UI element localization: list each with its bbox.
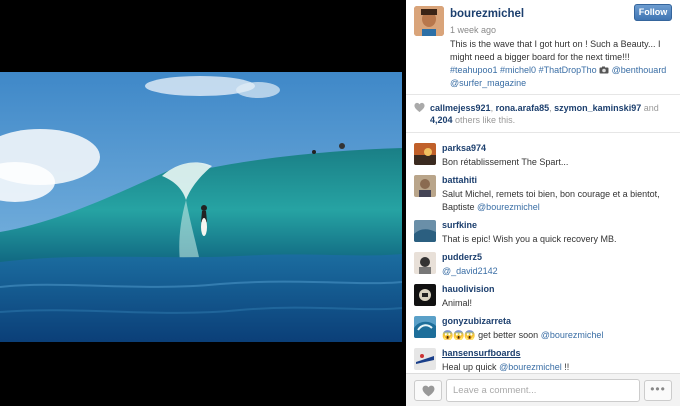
likes-and: and [643, 103, 659, 113]
comment-username[interactable]: hauolivision [442, 284, 495, 294]
comment-footer: ••• [406, 373, 680, 406]
likes-summary: callmejess921, rona.arafa85, szymon_kami… [406, 95, 680, 133]
comment-username[interactable]: battahiti [442, 175, 477, 185]
comment-text: Salut Michel, remets toi bien, bon coura… [442, 189, 660, 212]
caption-text: This is the wave that I got hurt on ! Su… [450, 39, 661, 62]
comment-avatar[interactable] [414, 316, 436, 338]
comment-avatar[interactable] [414, 175, 436, 197]
post-photo[interactable] [0, 72, 402, 342]
comment-avatar[interactable] [414, 284, 436, 306]
avatar-face-icon [414, 6, 444, 36]
heart-icon [422, 385, 435, 397]
liker-1[interactable]: callmejess921 [430, 103, 491, 113]
liker-2[interactable]: rona.arafa85 [496, 103, 550, 113]
follow-button[interactable]: Follow [634, 4, 672, 21]
comment-avatar[interactable] [414, 348, 436, 370]
post-header: bourezmichel 1 week ago This is the wave… [406, 0, 680, 95]
likes-count[interactable]: 4,204 [430, 115, 453, 125]
comment-input[interactable] [446, 379, 640, 402]
comment-avatar[interactable] [414, 143, 436, 165]
user-avatar[interactable] [414, 6, 444, 36]
post-side-panel: bourezmichel 1 week ago This is the wave… [406, 0, 680, 406]
comment-username[interactable]: parksa974 [442, 143, 486, 153]
comment-username[interactable]: gonyzubizarreta [442, 316, 511, 326]
comment-text: 😱😱😱 get better soon @bourezmichel [442, 330, 604, 340]
post-time: 1 week ago [450, 25, 497, 35]
comment-text: @_david2142 [442, 266, 498, 276]
wave-photo [0, 72, 402, 342]
comment-avatar[interactable] [414, 252, 436, 274]
photo-pane [0, 0, 406, 406]
comment-list[interactable]: parksa974 Bon rétablissement The Spart..… [406, 135, 680, 373]
post-username[interactable]: bourezmichel [450, 8, 524, 20]
likes-others: others like this. [455, 115, 516, 125]
comment-text: Bon rétablissement The Spart... [442, 157, 569, 167]
comment-text: Animal! [442, 298, 473, 308]
comment-avatar[interactable] [414, 220, 436, 242]
comment-text: Heal up quick @bourezmichel !! [442, 362, 570, 372]
comment-text: That is epic! Wish you a quick recovery … [442, 234, 617, 244]
comment-username[interactable]: pudderz5 [442, 252, 482, 262]
post-caption: This is the wave that I got hurt on ! Su… [450, 38, 675, 90]
more-options-button[interactable]: ••• [644, 380, 672, 401]
comment-username[interactable]: hansensurfboards [442, 348, 521, 358]
liker-3[interactable]: szymon_kaminski97 [554, 103, 641, 113]
caption-hashtags[interactable]: #teahupoo1 #michel0 #ThatDropTho [450, 65, 597, 75]
like-button[interactable] [414, 380, 442, 401]
heart-icon [414, 102, 425, 113]
camera-emoji-icon [599, 65, 612, 75]
comment-username[interactable]: surfkine [442, 220, 477, 230]
